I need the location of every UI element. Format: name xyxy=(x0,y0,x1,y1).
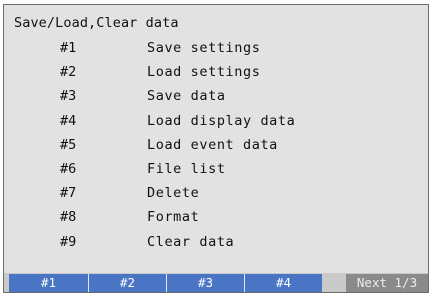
menu-item-label: Load event data xyxy=(147,136,278,153)
menu-list: #1 Save settings #2 Load settings #3 Sav… xyxy=(4,40,428,258)
menu-item-label: Format xyxy=(147,209,200,226)
menu-item-number: #4 xyxy=(60,112,77,129)
menu-item-file-list[interactable]: #6 File list xyxy=(4,161,428,185)
menu-item-clear-data[interactable]: #9 Clear data xyxy=(4,234,428,258)
softkey-bar: #1 #2 #3 #4 Next 1/3 xyxy=(4,273,428,292)
menu-item-number: #8 xyxy=(60,209,77,226)
menu-item-load-event-data[interactable]: #5 Load event data xyxy=(4,137,428,161)
menu-item-save-data[interactable]: #3 Save data xyxy=(4,88,428,112)
menu-item-label: Save settings xyxy=(147,40,261,56)
menu-item-number: #5 xyxy=(60,136,77,153)
screen-title: Save/Load,Clear data xyxy=(14,15,179,31)
softkey-1-button[interactable]: #1 xyxy=(9,274,88,292)
menu-item-label: Delete xyxy=(147,185,200,202)
menu-screen: Save/Load,Clear data #1 Save settings #2… xyxy=(3,4,429,293)
menu-item-load-display-data[interactable]: #4 Load display data xyxy=(4,113,428,137)
menu-item-label: Clear data xyxy=(147,233,235,250)
menu-item-label: Load settings xyxy=(147,64,261,81)
softkey-3-button[interactable]: #3 xyxy=(166,274,244,292)
menu-item-load-settings[interactable]: #2 Load settings xyxy=(4,64,428,88)
menu-item-number: #2 xyxy=(60,64,77,81)
menu-item-label: File list xyxy=(147,160,226,177)
softkey-2-button[interactable]: #2 xyxy=(88,274,166,292)
menu-item-number: #9 xyxy=(60,233,77,250)
softkey-4-button[interactable]: #4 xyxy=(244,274,322,292)
menu-item-number: #1 xyxy=(60,40,77,56)
menu-item-label: Save data xyxy=(147,88,226,105)
next-page-button[interactable]: Next 1/3 xyxy=(346,274,428,292)
menu-item-delete[interactable]: #7 Delete xyxy=(4,185,428,209)
menu-item-number: #3 xyxy=(60,88,77,105)
menu-item-save-settings[interactable]: #1 Save settings xyxy=(4,40,428,64)
menu-item-number: #6 xyxy=(60,160,77,177)
menu-item-label: Load display data xyxy=(147,112,296,129)
menu-item-number: #7 xyxy=(60,185,77,202)
menu-item-format[interactable]: #8 Format xyxy=(4,209,428,233)
